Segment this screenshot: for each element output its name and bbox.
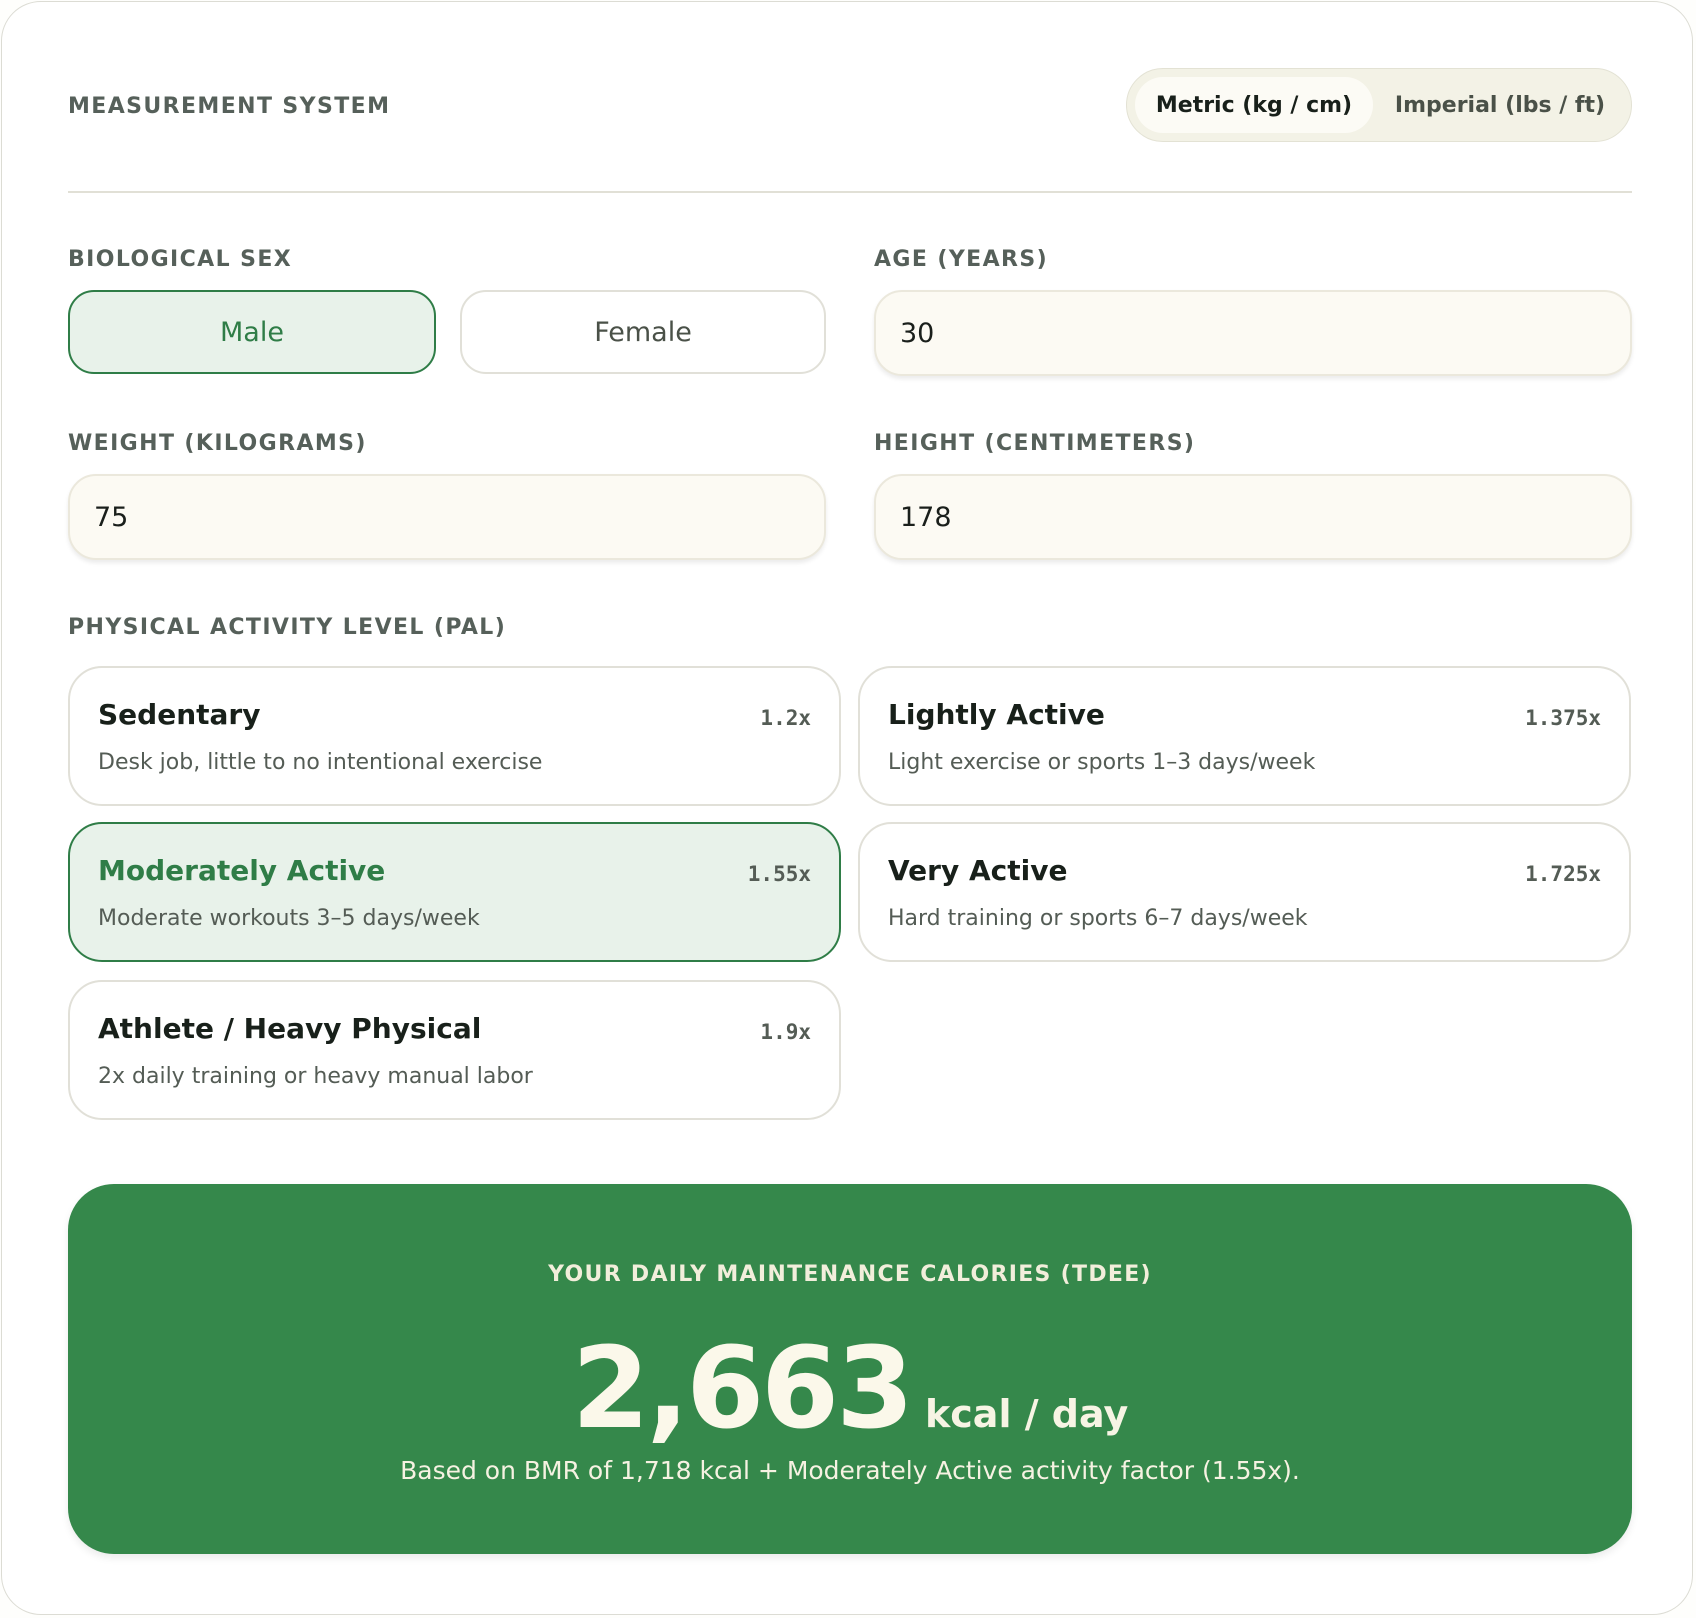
tdee-value: 2,663 (571, 1324, 914, 1454)
tdee-explanation: Based on BMR of 1,718 kcal + Moderately … (400, 1456, 1300, 1485)
weight-input[interactable]: 75 (68, 474, 826, 560)
calculator-card: MEASUREMENT SYSTEM Metric (kg / cm) Impe… (1, 1, 1693, 1615)
measurement-toggle: Metric (kg / cm) Imperial (lbs / ft) (1126, 68, 1632, 142)
activity-option-sedentary[interactable]: Sedentary 1.2x Desk job, little to no in… (68, 666, 841, 806)
activity-option-very-active[interactable]: Very Active 1.725x Hard training or spor… (858, 822, 1631, 962)
activity-title: Athlete / Heavy Physical (98, 1012, 482, 1045)
measurement-row: MEASUREMENT SYSTEM Metric (kg / cm) Impe… (68, 68, 1632, 144)
activity-description: Desk job, little to no intentional exerc… (98, 750, 543, 775)
age-input[interactable]: 30 (874, 290, 1632, 376)
measurement-label: MEASUREMENT SYSTEM (68, 94, 391, 119)
metric-button[interactable]: Metric (kg / cm) (1135, 77, 1373, 133)
activity-option-lightly-active[interactable]: Lightly Active 1.375x Light exercise or … (858, 666, 1631, 806)
activity-title: Lightly Active (888, 698, 1105, 731)
activity-description: Hard training or sports 6–7 days/week (888, 906, 1308, 931)
male-button[interactable]: Male (68, 290, 436, 374)
activity-option-moderately-active[interactable]: Moderately Active 1.55x Moderate workout… (68, 822, 841, 962)
activity-multiplier: 1.55x (747, 862, 811, 886)
height-input[interactable]: 178 (874, 474, 1632, 560)
height-label: HEIGHT (CENTIMETERS) (874, 431, 1196, 456)
activity-description: 2x daily training or heavy manual labor (98, 1064, 533, 1089)
tdee-value-row: 2,663 kcal / day (68, 1324, 1632, 1454)
female-button[interactable]: Female (460, 290, 826, 374)
age-label: AGE (YEARS) (874, 247, 1049, 272)
activity-option-athlete[interactable]: Athlete / Heavy Physical 1.9x 2x daily t… (68, 980, 841, 1120)
imperial-button[interactable]: Imperial (lbs / ft) (1379, 77, 1621, 133)
weight-label: WEIGHT (KILOGRAMS) (68, 431, 367, 456)
activity-title: Moderately Active (98, 854, 386, 887)
activity-title: Very Active (888, 854, 1068, 887)
activity-title: Sedentary (98, 698, 261, 731)
activity-multiplier: 1.2x (760, 706, 811, 730)
tdee-unit: kcal / day (925, 1392, 1129, 1436)
activity-multiplier: 1.375x (1525, 706, 1601, 730)
tdee-result-panel: YOUR DAILY MAINTENANCE CALORIES (TDEE) 2… (68, 1184, 1632, 1554)
activity-description: Light exercise or sports 1–3 days/week (888, 750, 1316, 775)
divider (68, 191, 1632, 193)
activity-description: Moderate workouts 3–5 days/week (98, 906, 480, 931)
biological-sex-label: BIOLOGICAL SEX (68, 247, 293, 272)
activity-multiplier: 1.9x (760, 1020, 811, 1044)
activity-level-label: PHYSICAL ACTIVITY LEVEL (PAL) (68, 615, 507, 640)
activity-multiplier: 1.725x (1525, 862, 1601, 886)
tdee-result-label: YOUR DAILY MAINTENANCE CALORIES (TDEE) (548, 1262, 1152, 1287)
